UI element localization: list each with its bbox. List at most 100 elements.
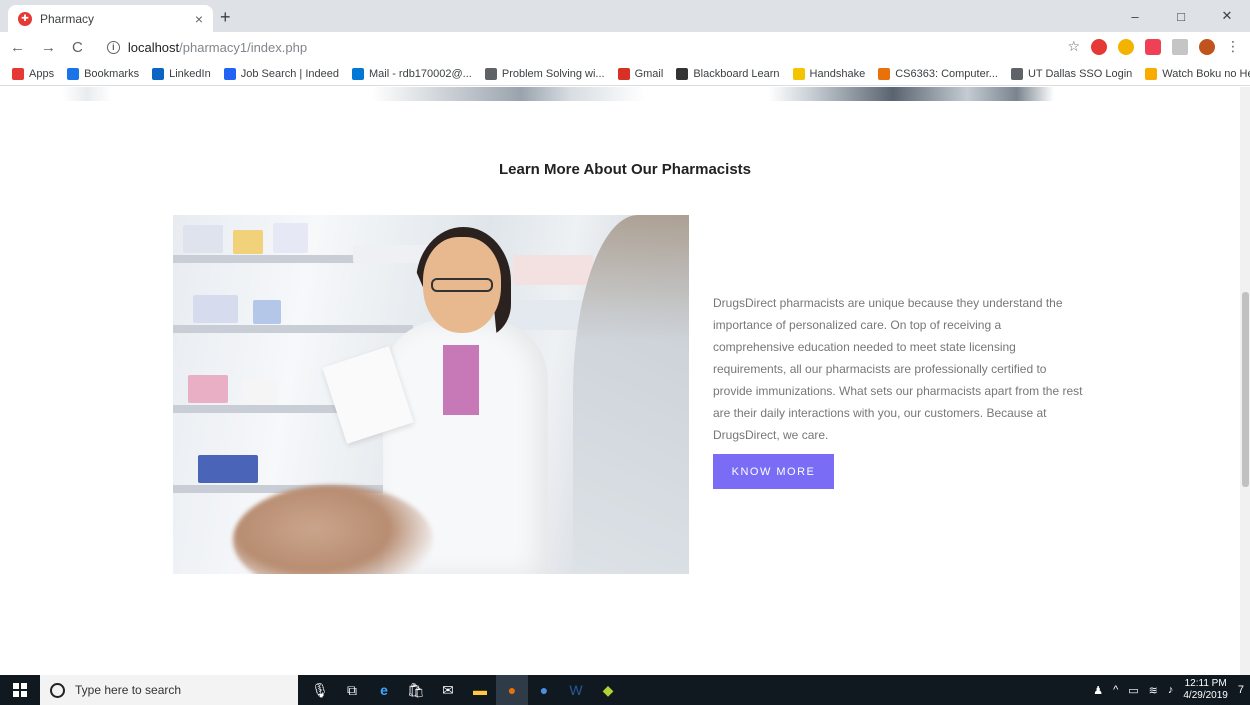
bookmark-label: Problem Solving wi... (501, 67, 605, 80)
bookmark-item[interactable]: Watch Boku no Her... (1145, 67, 1250, 80)
reload-button[interactable]: C (72, 39, 83, 56)
cortana-icon (50, 682, 65, 698)
bookmark-favicon-icon (676, 67, 689, 80)
shelf (173, 325, 413, 333)
bookmark-item[interactable]: UT Dallas SSO Login (1010, 67, 1133, 80)
task-view-icon[interactable]: ⧉ (336, 675, 368, 705)
browser-toolbar: ← → C i localhost/pharmacy1/index.php ☆ … (0, 32, 1250, 62)
edge-icon[interactable]: e (368, 675, 400, 705)
bookmark-item[interactable]: Bookmarks (67, 67, 140, 80)
microphone-icon[interactable]: 🎙 (304, 675, 336, 705)
bookmark-item[interactable]: Mail - rdb170002@... (351, 67, 472, 80)
bookmark-favicon-icon (12, 67, 24, 80)
bookmark-label: UT Dallas SSO Login (1027, 67, 1133, 80)
tab-close-icon[interactable]: × (195, 11, 203, 27)
bookmark-item[interactable]: Gmail (617, 67, 664, 80)
bookmark-label: Blackboard Learn (693, 67, 780, 80)
maximize-button[interactable]: □ (1158, 0, 1204, 32)
page-scrollbar[interactable] (1240, 87, 1250, 675)
close-window-button[interactable]: ✕ (1204, 0, 1250, 32)
pharmacist-photo (173, 215, 689, 574)
bookmark-label: Job Search | Indeed (240, 67, 339, 80)
search-placeholder: Type here to search (75, 683, 182, 697)
paint-icon[interactable]: ◆ (592, 675, 624, 705)
clock-date: 4/29/2019 (1183, 690, 1228, 701)
bookmark-favicon-icon (1010, 67, 1023, 80)
taskbar-search[interactable]: Type here to search (40, 675, 298, 705)
minimize-button[interactable]: – (1112, 0, 1158, 32)
bookmark-label: Mail - rdb170002@... (368, 67, 472, 80)
shelf-box (253, 300, 281, 324)
window-controls: – □ ✕ (1112, 0, 1250, 32)
extension-icons: ☆ ⋮ (1067, 38, 1240, 55)
start-button[interactable] (0, 675, 40, 705)
file-explorer-icon[interactable]: ▬ (464, 675, 496, 705)
url-host: localhost (127, 39, 180, 55)
adblock-icon[interactable] (1091, 38, 1107, 55)
store-icon[interactable]: 🛍 (400, 675, 432, 705)
bookmark-label: Gmail (634, 67, 664, 80)
shelf-box (183, 225, 223, 253)
customer-silhouette (573, 215, 689, 574)
address-bar[interactable]: i localhost/pharmacy1/index.php (106, 39, 308, 55)
bookmark-favicon-icon (484, 67, 497, 80)
bookmark-favicon-icon (152, 67, 165, 80)
menu-kebab-icon[interactable]: ⋮ (1226, 38, 1240, 55)
windows-taskbar: Type here to search 🎙 ⧉ e 🛍 ✉ ▬ ● ● W ◆ … (0, 675, 1250, 705)
battery-icon[interactable]: ▭ (1128, 684, 1138, 697)
bookmark-item[interactable]: LinkedIn (152, 67, 211, 80)
bookmark-star-icon[interactable]: ☆ (1067, 38, 1080, 55)
bookmark-favicon-icon (878, 67, 891, 80)
clock[interactable]: 12:11 PM 4/29/2019 (1183, 678, 1228, 702)
tab-pharmacy[interactable]: ✚ Pharmacy × (8, 5, 213, 32)
bookmark-label: Bookmarks (84, 67, 140, 80)
windows-logo-icon (13, 683, 27, 697)
system-tray: ♟ ^ ▭ ≋ ♪ 12:11 PM 4/29/2019 7 (1093, 675, 1244, 705)
bookmark-item[interactable]: Problem Solving wi... (484, 67, 605, 80)
bookmark-item[interactable]: Apps (12, 67, 55, 80)
pharmacy-favicon-icon: ✚ (18, 11, 32, 26)
show-hidden-icons-icon[interactable]: ^ (1113, 684, 1118, 696)
pinned-apps: 🎙 ⧉ e 🛍 ✉ ▬ ● ● W ◆ (304, 675, 624, 705)
know-more-button[interactable]: KNOW MORE (713, 454, 834, 489)
bookmarks-bar: Apps Bookmarks LinkedIn Job Search | Indeed… (0, 62, 1250, 86)
bookmark-item[interactable]: Handshake (792, 67, 866, 80)
scrollbar-thumb[interactable] (1242, 292, 1249, 487)
site-info-icon[interactable]: i (106, 40, 120, 54)
section-title: Learn More About Our Pharmacists (499, 161, 751, 178)
bookmark-label: CS6363: Computer... (895, 67, 998, 80)
bookmark-item[interactable]: Job Search | Indeed (223, 67, 339, 80)
shelf-box (243, 380, 277, 404)
people-icon[interactable]: ♟ (1093, 684, 1103, 697)
notifications-icon[interactable]: 7 (1238, 684, 1244, 696)
word-icon[interactable]: W (560, 675, 592, 705)
r-app-icon[interactable]: ● (528, 675, 560, 705)
shelf-box (273, 223, 308, 253)
url-path: /pharmacy1/index.php (179, 39, 308, 55)
shirt (443, 345, 479, 415)
clock-time: 12:11 PM (1184, 678, 1227, 689)
shelf-box (188, 375, 228, 403)
chrome-icon[interactable]: ● (496, 675, 528, 705)
back-button[interactable]: ← (10, 39, 25, 56)
shelf-box (513, 255, 593, 285)
page-content: Learn More About Our Pharmacists DrugsDi… (0, 87, 1240, 675)
wifi-icon[interactable]: ≋ (1149, 684, 1158, 697)
pdf-extension-icon[interactable] (1172, 38, 1188, 55)
shelf-box (233, 230, 263, 254)
extension-green-icon[interactable] (1118, 38, 1134, 55)
mail-icon[interactable]: ✉ (432, 675, 464, 705)
profile-avatar-icon[interactable] (1199, 38, 1215, 55)
bookmark-favicon-icon (1145, 67, 1158, 80)
bookmark-label: Handshake (809, 67, 866, 80)
bookmark-item[interactable]: Blackboard Learn (676, 67, 780, 80)
bookmark-label: Apps (29, 67, 55, 80)
bookmark-favicon-icon (792, 67, 805, 80)
pocket-icon[interactable] (1145, 38, 1161, 55)
new-tab-button[interactable]: + (220, 7, 231, 28)
bookmark-favicon-icon (617, 67, 630, 80)
forward-button[interactable]: → (41, 39, 56, 56)
tab-strip: ✚ Pharmacy × + – □ ✕ (0, 0, 1250, 32)
bookmark-item[interactable]: CS6363: Computer... (878, 67, 998, 80)
volume-icon[interactable]: ♪ (1168, 684, 1174, 696)
